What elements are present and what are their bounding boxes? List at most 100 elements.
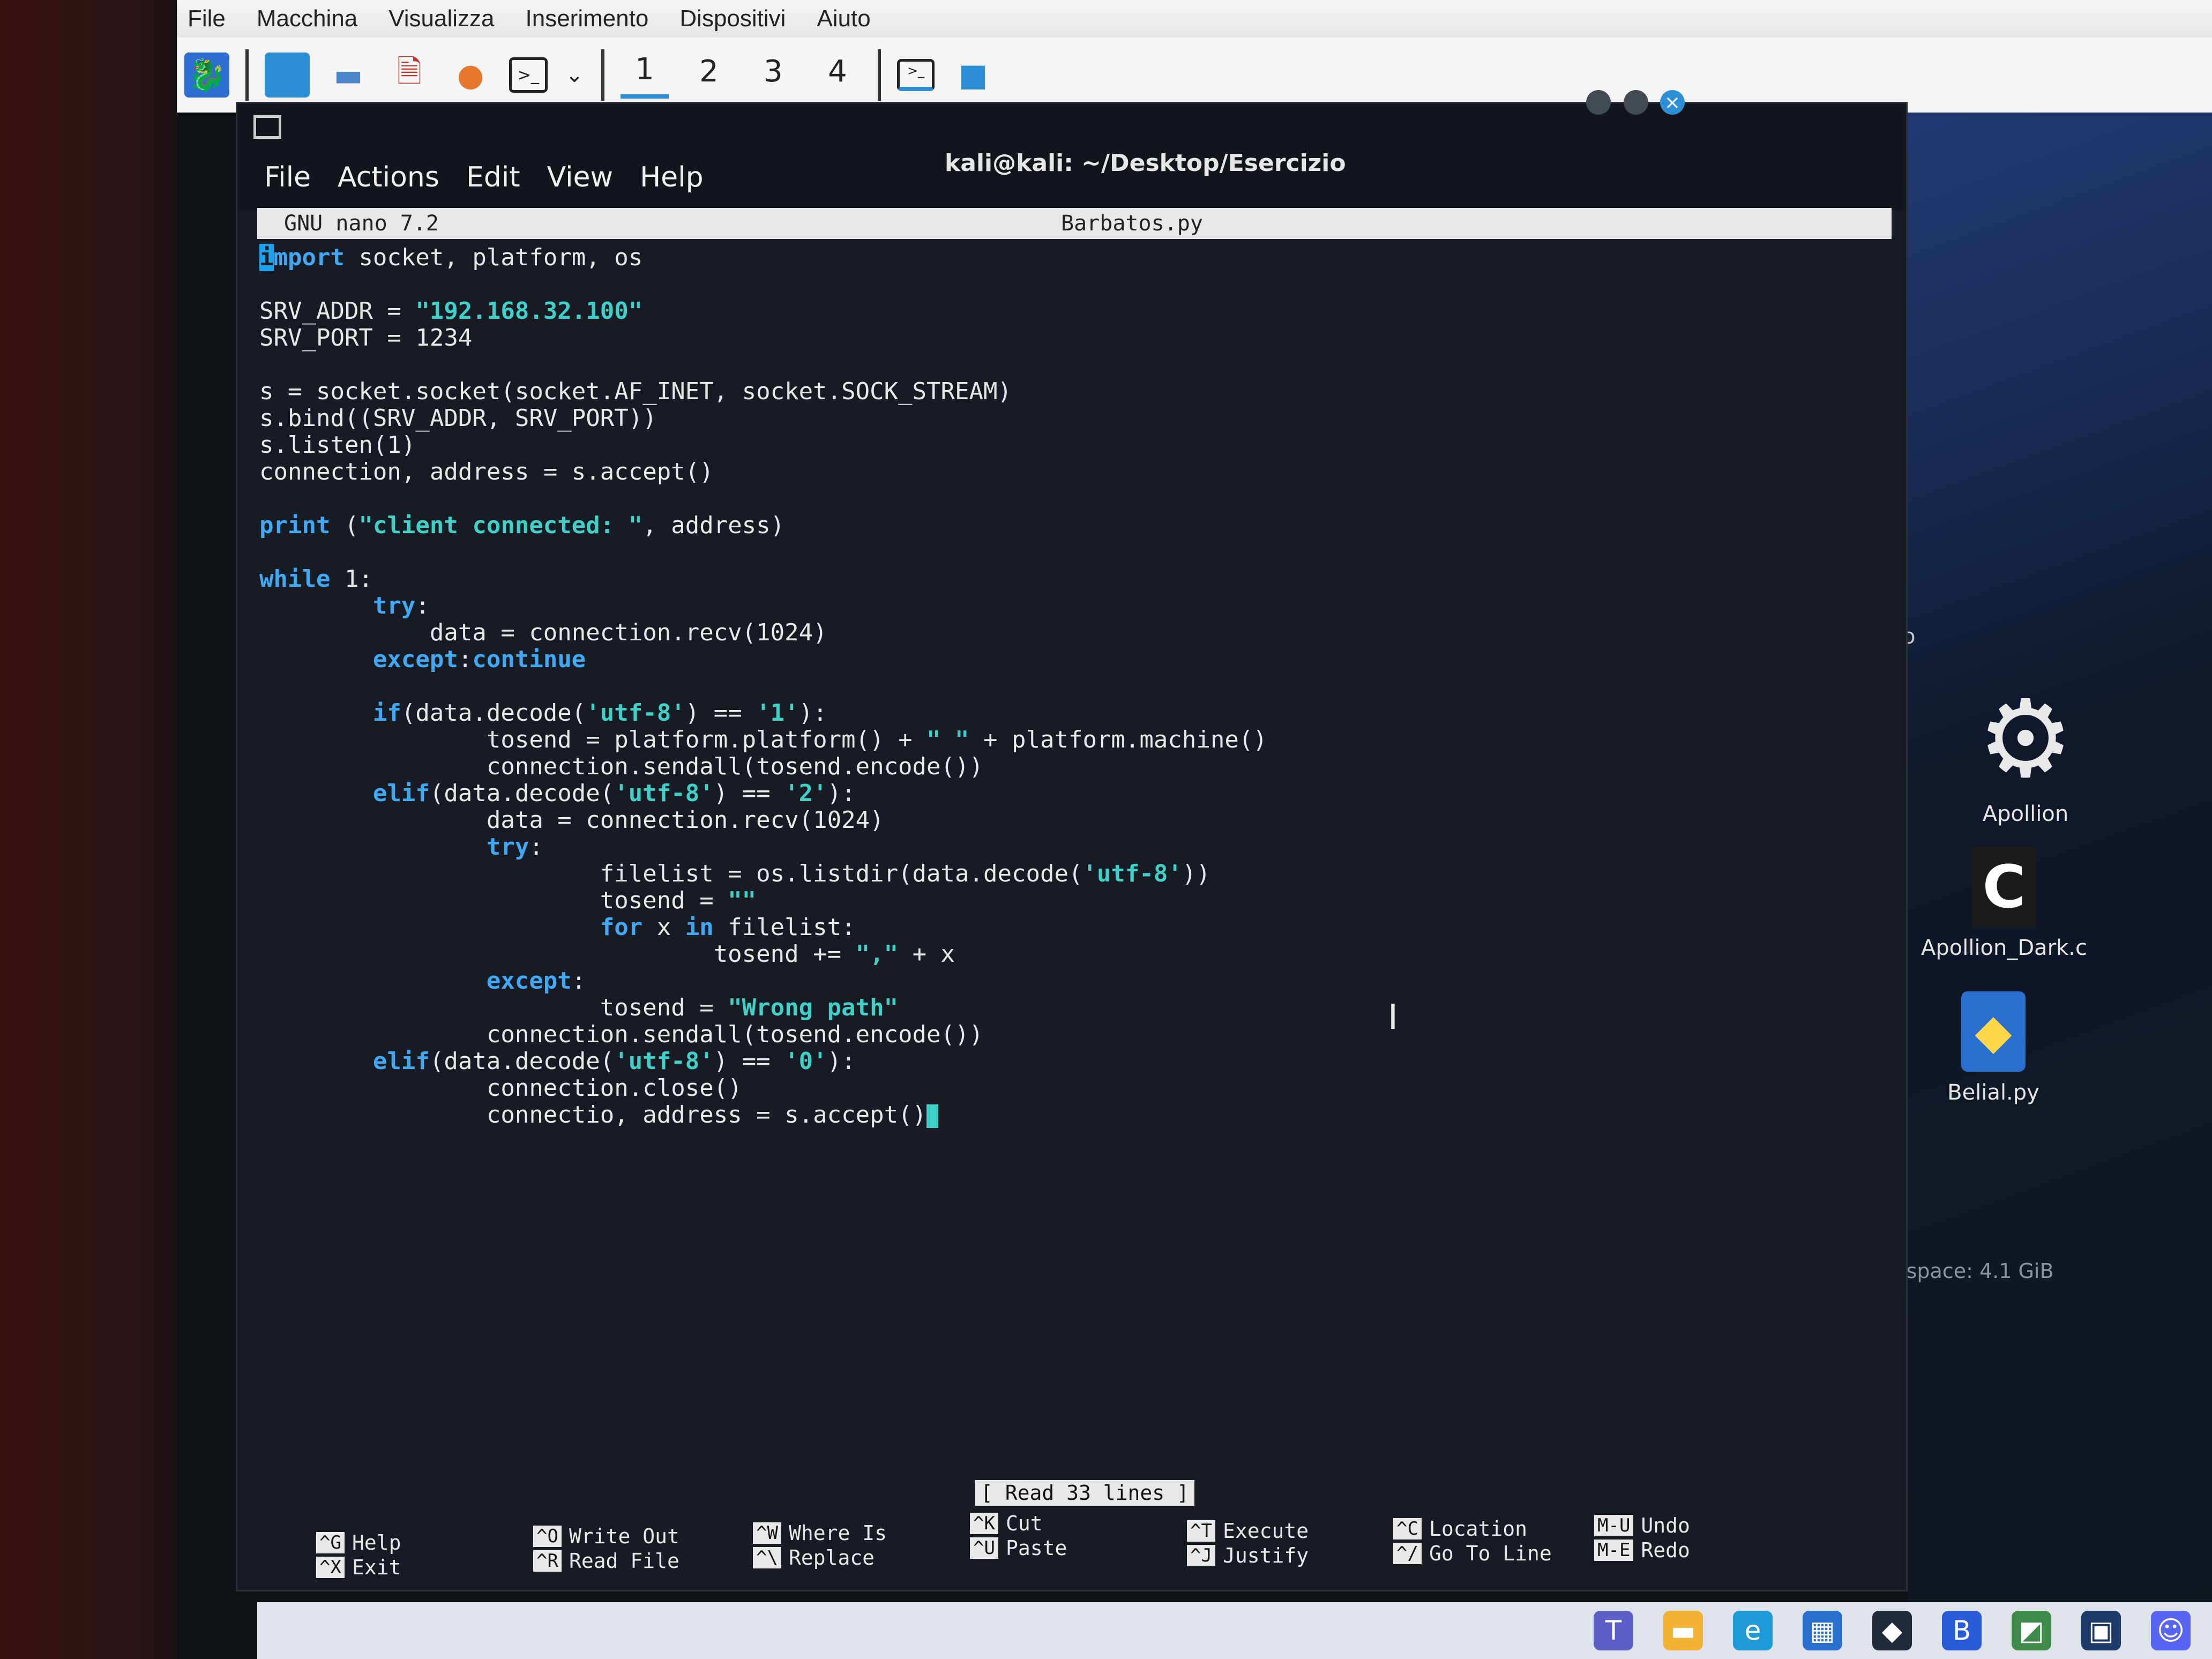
shortcut-key: ^C xyxy=(1393,1518,1422,1540)
discord-icon[interactable]: ☺ xyxy=(2151,1611,2191,1650)
file-manager-icon[interactable]: ▬ xyxy=(326,53,371,98)
terminal-menu-help[interactable]: Help xyxy=(640,161,704,193)
shortcut-item[interactable]: ^J Justify xyxy=(1187,1543,1380,1568)
show-desktop-icon[interactable] xyxy=(265,53,310,98)
store-icon[interactable]: ▦ xyxy=(1803,1611,1842,1650)
vbox-menu-dispositivi[interactable]: Dispositivi xyxy=(679,5,786,32)
terminal-icon[interactable]: >_ xyxy=(509,57,548,93)
shortcut-key: ^X xyxy=(316,1557,345,1578)
shortcut-key: ^T xyxy=(1187,1520,1215,1542)
workspace-4[interactable]: 4 xyxy=(813,54,862,96)
maximize-button[interactable] xyxy=(1624,90,1648,115)
shortcut-item[interactable]: ^G Help xyxy=(316,1530,509,1555)
code-line: except:continue xyxy=(259,646,1267,673)
close-button[interactable]: × xyxy=(1660,90,1685,115)
shortcut-key: ^O xyxy=(533,1526,562,1547)
taskbar-terminal-window-icon[interactable]: >_ xyxy=(897,59,935,91)
gear-icon: ⚙ xyxy=(1977,677,2074,802)
b-app-icon[interactable]: B xyxy=(1942,1611,1982,1650)
panel-separator xyxy=(878,49,881,101)
desktop-item-label: Apollion_Dark.c xyxy=(1920,936,2088,960)
virtualbox-icon[interactable]: ▣ xyxy=(2081,1611,2121,1650)
workspace-3[interactable]: 3 xyxy=(749,54,797,96)
code-text: connection.close() xyxy=(259,1074,742,1102)
code-string: "" xyxy=(728,887,757,914)
desktop-item-apollion[interactable]: ⚙ Apollion xyxy=(1945,677,2106,827)
shortcut-item[interactable]: ^W Where Is xyxy=(753,1521,946,1545)
shortcut-group: ^K Cut ^U Paste xyxy=(970,1511,1163,1560)
code-line: SRV_ADDR = "192.168.32.100" xyxy=(259,298,1267,325)
shortcut-label: Justify xyxy=(1222,1544,1309,1567)
shortcut-item[interactable]: ^O Write Out xyxy=(533,1524,726,1549)
app-icon[interactable]: ◩ xyxy=(2012,1611,2051,1650)
nano-editor-buffer[interactable]: import socket, platform, os SRV_ADDR = "1… xyxy=(259,244,1267,1129)
shortcut-item[interactable]: ^/ Go To Line xyxy=(1393,1541,1586,1566)
code-string: 'utf-8' xyxy=(586,699,685,727)
desktop-item-apollion-dark[interactable]: C Apollion_Dark.c xyxy=(1920,847,2088,960)
code-keyword: except xyxy=(372,646,458,673)
firefox-icon[interactable]: ● xyxy=(448,53,493,98)
code-string: '1' xyxy=(756,699,799,727)
code-text: 1: xyxy=(330,565,373,593)
terminal-titlebar: kali@kali: ~/Desktop/Esercizio File Acti… xyxy=(237,103,1906,211)
desktop-item-label: Apollion xyxy=(1982,802,2069,826)
terminal-menu-actions[interactable]: Actions xyxy=(338,161,439,193)
code-line: if(data.decode('utf-8') == '1'): xyxy=(259,700,1267,727)
vbox-menu-file[interactable]: File xyxy=(188,5,226,32)
code-line: import socket, platform, os xyxy=(259,244,1267,271)
code-text: )) xyxy=(1182,860,1210,887)
kali-top-panel: 🐉 ▬ 🗎 ● >_ ⌄ 1 2 3 4 >_ ■ xyxy=(177,38,2212,113)
code-text: tosend = xyxy=(259,887,728,914)
shortcut-item[interactable]: M-E Redo xyxy=(1594,1538,1787,1563)
panel-separator xyxy=(245,49,249,101)
nano-header: GNU nano 7.2 Barbatos.py xyxy=(257,208,1892,239)
code-text: : xyxy=(415,592,430,619)
terminal-menu-file[interactable]: File xyxy=(264,161,311,193)
vbox-menu-aiuto[interactable]: Aiuto xyxy=(817,5,870,32)
code-text: x xyxy=(642,914,685,941)
code-line: tosend = platform.platform() + " " + pla… xyxy=(259,727,1267,753)
shortcut-item[interactable]: ^R Read File xyxy=(533,1549,726,1573)
code-text: socket, platform, os xyxy=(344,244,643,271)
vbox-menu-visualizza[interactable]: Visualizza xyxy=(388,5,494,32)
panel-separator xyxy=(601,49,604,101)
shortcut-item[interactable]: ^U Paste xyxy=(970,1536,1163,1560)
code-text: s = socket.socket(socket.AF_INET, socket… xyxy=(259,378,1012,405)
code-text: connectio, address = s.accept() xyxy=(259,1101,927,1129)
edge-icon[interactable]: e xyxy=(1733,1611,1773,1650)
desktop-item-belial[interactable]: ◆ Belial.py xyxy=(1913,991,2074,1105)
workspace-1[interactable]: 1 xyxy=(621,52,669,99)
shortcut-item[interactable]: ^X Exit xyxy=(316,1555,509,1580)
shortcut-item[interactable]: ^K Cut xyxy=(970,1511,1163,1536)
teams-icon[interactable]: T xyxy=(1594,1611,1633,1650)
shortcut-item[interactable]: ^\ Replace xyxy=(753,1545,946,1570)
workspace-2[interactable]: 2 xyxy=(685,54,733,96)
minimize-button[interactable] xyxy=(1586,90,1611,115)
python-file-icon: ◆ xyxy=(1961,991,2026,1072)
code-keyword: import xyxy=(259,244,345,271)
code-text: SRV_PORT = 1234 xyxy=(259,324,473,352)
dropbox-icon[interactable]: ◆ xyxy=(1872,1611,1912,1650)
shortcut-item[interactable]: M-U Undo xyxy=(1594,1513,1787,1538)
kali-menu-icon[interactable]: 🐉 xyxy=(184,53,229,98)
code-string: "Wrong path" xyxy=(728,994,899,1021)
taskbar-folder-window-icon[interactable]: ■ xyxy=(951,53,996,98)
vbox-menu-inserimento[interactable]: Inserimento xyxy=(526,5,649,32)
shortcut-item[interactable]: ^C Location xyxy=(1393,1516,1586,1541)
code-string: '0' xyxy=(784,1048,827,1075)
nano-shortcut-bar: ^G Help ^X Exit ^O Write Out ^R Read File ^W Wher… xyxy=(316,1511,1859,1579)
code-string: "client connected: " xyxy=(358,512,643,539)
terminal-menu-view[interactable]: View xyxy=(547,161,613,193)
terminal-menu-edit[interactable]: Edit xyxy=(466,161,520,193)
folder-icon[interactable]: ▬ xyxy=(1663,1611,1703,1650)
chevron-down-icon[interactable]: ⌄ xyxy=(564,53,585,98)
code-text: data = connection.recv(1024) xyxy=(259,806,884,834)
shortcut-item[interactable]: ^T Execute xyxy=(1187,1519,1380,1543)
text-editor-icon[interactable]: 🗎 xyxy=(387,53,432,98)
code-text: (data.decode( xyxy=(429,780,615,807)
code-line: data = connection.recv(1024) xyxy=(259,619,1267,646)
vbox-menu-macchina[interactable]: Macchina xyxy=(257,5,357,32)
shortcut-key: ^G xyxy=(316,1532,345,1553)
